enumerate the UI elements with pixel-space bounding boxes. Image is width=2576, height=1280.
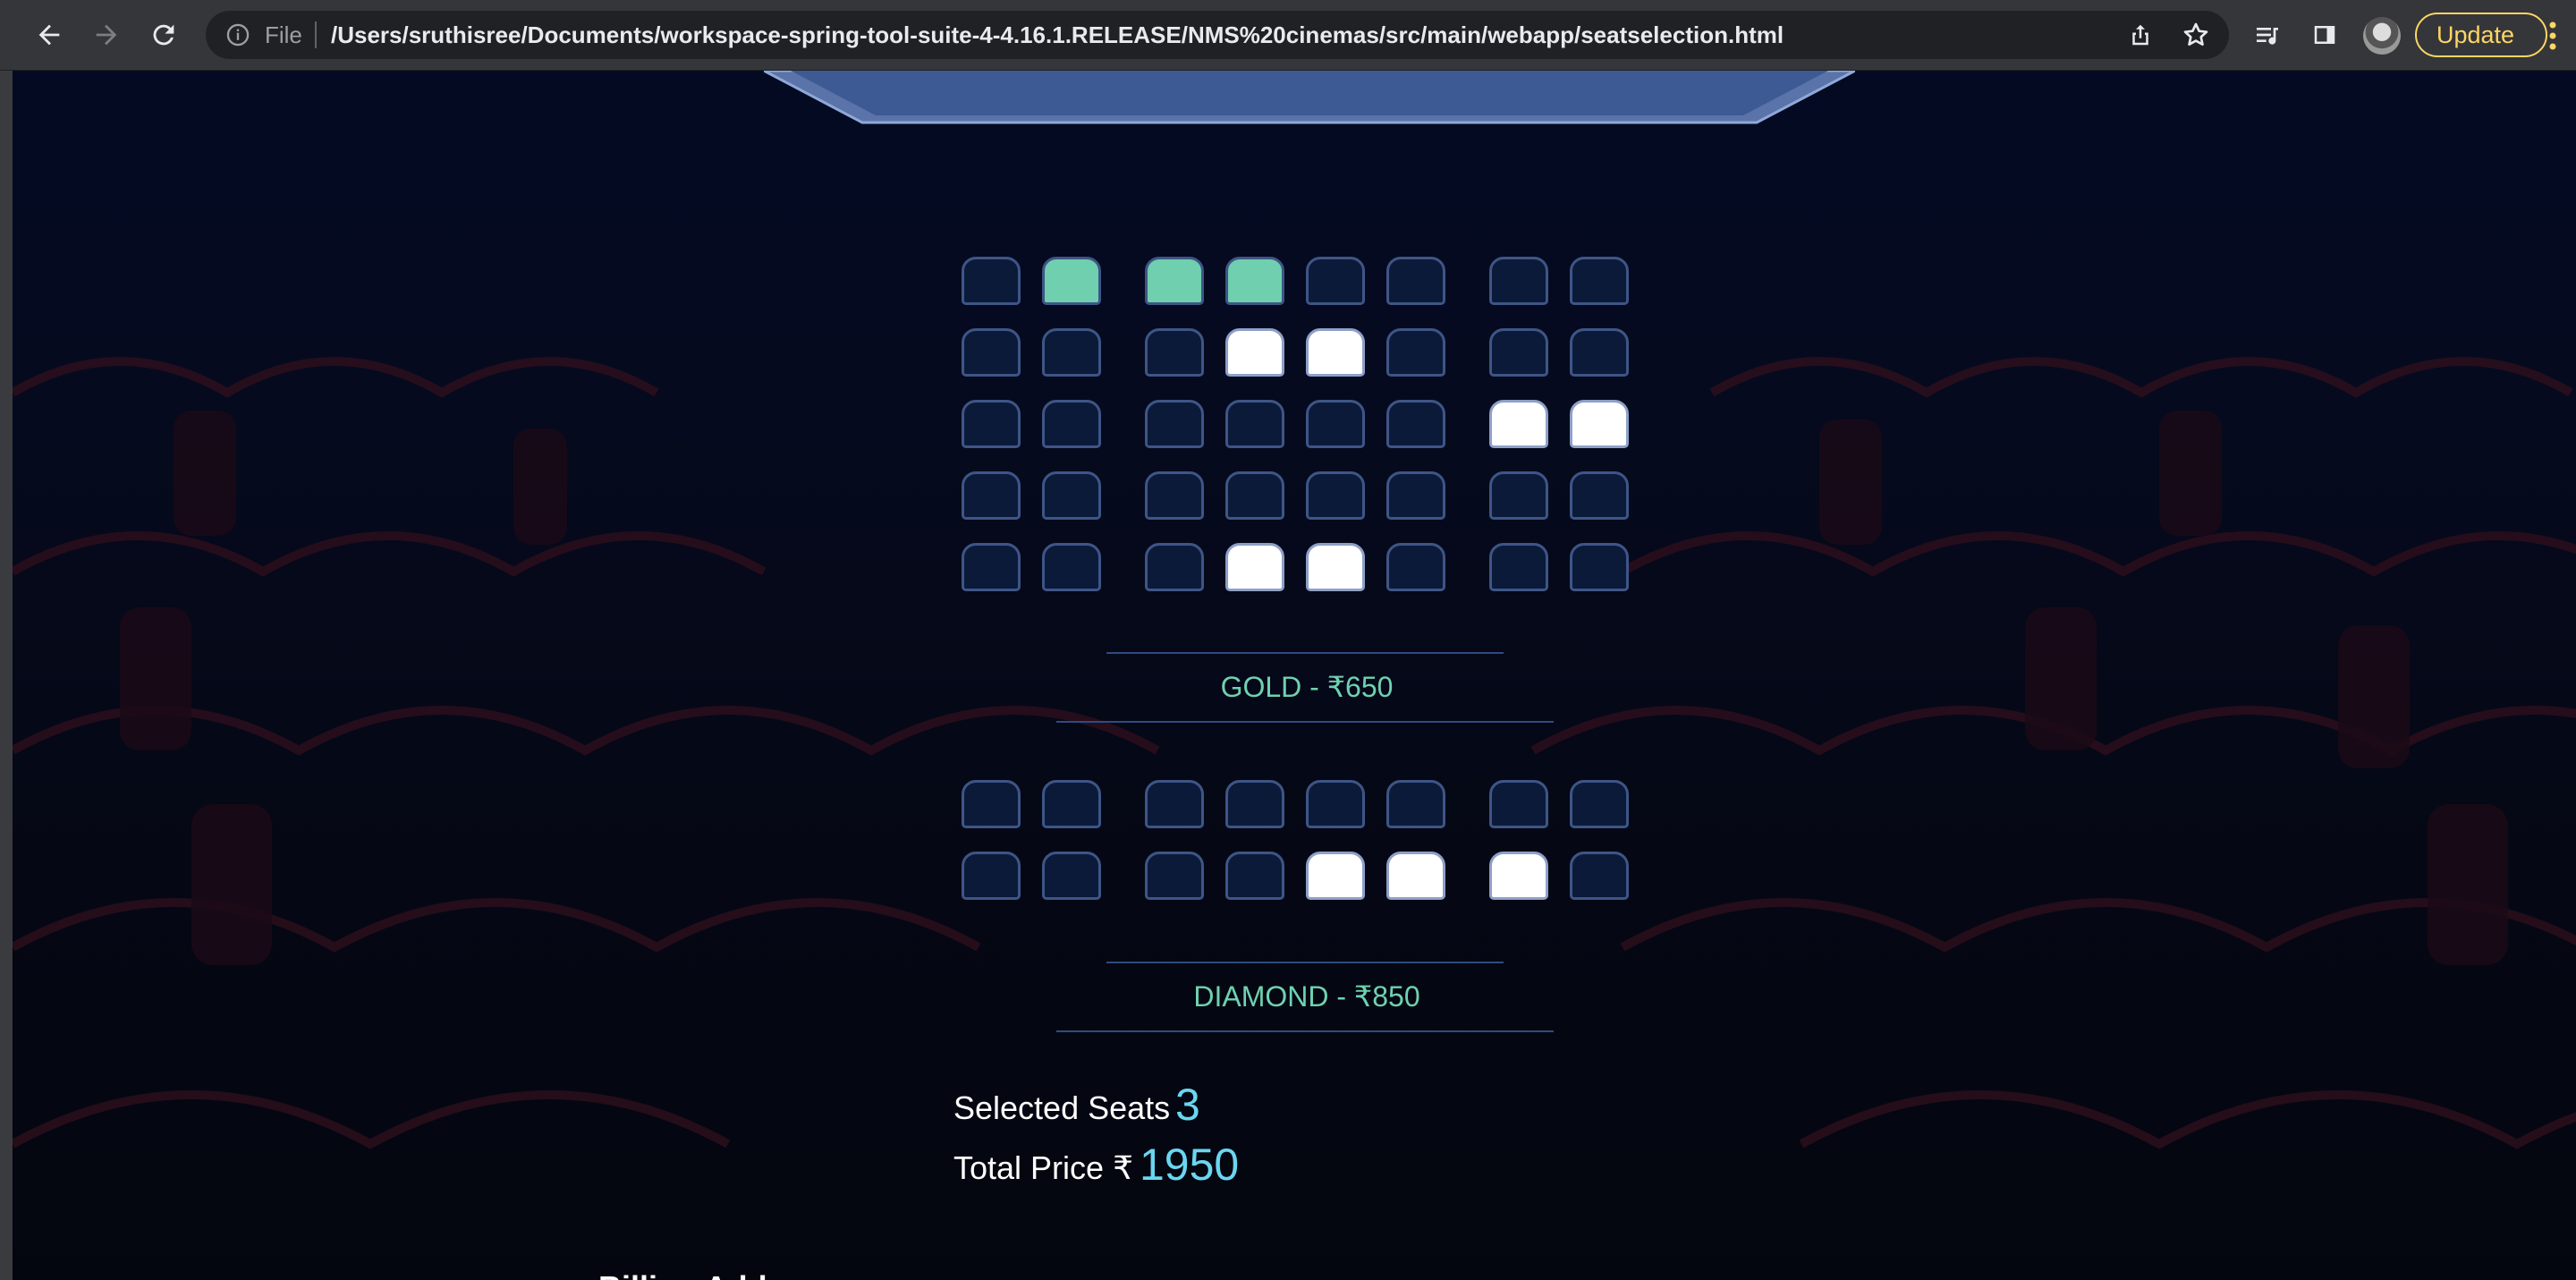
share-icon [2132, 24, 2148, 46]
diamond-seat-available[interactable] [962, 780, 1021, 828]
gold-tier-label: GOLD - ₹650 [1220, 671, 1394, 703]
gold-seat-occupied [1306, 328, 1365, 377]
gold-seat-available[interactable] [1042, 328, 1101, 377]
star-icon [2183, 22, 2208, 46]
info-icon[interactable] [225, 22, 250, 47]
gold-seat-available[interactable] [1489, 328, 1548, 377]
diamond-seat-available[interactable] [1145, 852, 1204, 900]
reading-list-button[interactable] [2247, 14, 2288, 55]
reload-icon [153, 24, 174, 46]
diamond-seat-available[interactable] [1306, 780, 1365, 828]
gold-seat-available[interactable] [1386, 471, 1445, 520]
gold-seat-available[interactable] [1570, 257, 1629, 305]
profile-avatar[interactable] [2363, 17, 2401, 55]
diamond-seat-occupied [1306, 852, 1365, 900]
address-separator [315, 21, 317, 48]
gold-seat-available[interactable] [1145, 400, 1204, 448]
forward-button[interactable] [86, 14, 127, 55]
diamond-seat-available[interactable] [1042, 780, 1101, 828]
gold-seat-occupied [1570, 400, 1629, 448]
address-bar[interactable]: File /Users/sruthisree/Documents/workspa… [206, 11, 2229, 59]
arrow-right-icon [96, 24, 117, 46]
gold-seat-available[interactable] [1489, 543, 1548, 591]
gold-seat-occupied [1489, 400, 1548, 448]
total-price-label: Total Price ₹ [953, 1149, 1133, 1186]
side-panel-icon [2314, 26, 2335, 44]
scheme-label: File [265, 21, 302, 48]
gold-seat-occupied [1306, 543, 1365, 591]
share-button[interactable] [2120, 14, 2161, 55]
gold-rule-top [1106, 652, 1504, 654]
media-list-icon [2257, 28, 2278, 45]
gold-seat-occupied [1225, 543, 1284, 591]
gold-seat-selected[interactable] [1225, 257, 1284, 305]
gold-seat-available[interactable] [1225, 400, 1284, 448]
gold-seat-available[interactable] [1042, 471, 1101, 520]
selected-seats-label: Selected Seats [953, 1089, 1171, 1126]
diamond-seat-available[interactable] [1225, 852, 1284, 900]
gold-seat-available[interactable] [1042, 400, 1101, 448]
url-text[interactable]: /Users/sruthisree/Documents/workspace-sp… [331, 21, 1784, 48]
gold-seat-available[interactable] [1570, 543, 1629, 591]
gold-seat-available[interactable] [1306, 471, 1365, 520]
side-panel-button[interactable] [2304, 14, 2345, 55]
gold-seat-selected[interactable] [1145, 257, 1204, 305]
gold-seat-available[interactable] [1386, 328, 1445, 377]
gold-seat-available[interactable] [962, 543, 1021, 591]
gold-seat-available[interactable] [1570, 328, 1629, 377]
gold-seat-available[interactable] [1145, 543, 1204, 591]
total-price-value: 1950 [1140, 1140, 1240, 1190]
diamond-rule-top [1106, 962, 1504, 963]
browser-toolbar: File /Users/sruthisree/Documents/workspa… [0, 0, 2576, 71]
diamond-seat-available[interactable] [1570, 780, 1629, 828]
selected-seats-count: 3 [1175, 1080, 1200, 1130]
diamond-seat-available[interactable] [1386, 780, 1445, 828]
diamond-seat-available[interactable] [1042, 852, 1101, 900]
diamond-seat-available[interactable] [1489, 780, 1548, 828]
gold-seat-available[interactable] [1306, 257, 1365, 305]
gold-seat-available[interactable] [1145, 471, 1204, 520]
diamond-seat-available[interactable] [1570, 852, 1629, 900]
gold-seat-available[interactable] [1145, 328, 1204, 377]
gold-seat-available[interactable] [1386, 400, 1445, 448]
gold-seat-available[interactable] [1386, 543, 1445, 591]
gold-seat-available[interactable] [962, 328, 1021, 377]
window-edge [0, 71, 13, 1280]
gold-seat-available[interactable] [1489, 471, 1548, 520]
seat-selection-page: GOLD - ₹650 DIAMOND - ₹850 Selected Seat… [13, 71, 2576, 1280]
cinema-screen [764, 71, 1855, 124]
gold-seat-occupied [1225, 328, 1284, 377]
diamond-seat-occupied [1386, 852, 1445, 900]
diamond-rule-bottom [1056, 1030, 1554, 1032]
more-vertical-icon[interactable] [2547, 18, 2558, 54]
arrow-left-icon [38, 24, 60, 46]
billing-heading: Billing Address [598, 1269, 834, 1280]
reload-button[interactable] [143, 14, 184, 55]
gold-seat-selected[interactable] [1042, 257, 1101, 305]
diamond-seat-available[interactable] [1225, 780, 1284, 828]
diamond-seat-available[interactable] [1145, 780, 1204, 828]
diamond-seat-available[interactable] [962, 852, 1021, 900]
gold-seat-available[interactable] [962, 471, 1021, 520]
gold-seat-available[interactable] [1042, 543, 1101, 591]
bookmark-button[interactable] [2175, 14, 2216, 55]
diamond-tier-label: DIAMOND - ₹850 [1193, 980, 1420, 1013]
gold-seat-available[interactable] [1570, 471, 1629, 520]
back-button[interactable] [29, 14, 70, 55]
diamond-seat-grid [962, 780, 1641, 923]
gold-seat-available[interactable] [962, 257, 1021, 305]
gold-seat-available[interactable] [1489, 257, 1548, 305]
gold-seat-available[interactable] [1306, 400, 1365, 448]
gold-seat-available[interactable] [1386, 257, 1445, 305]
gold-seat-grid [962, 257, 1641, 606]
gold-seat-available[interactable] [1225, 471, 1284, 520]
gold-seat-available[interactable] [962, 400, 1021, 448]
update-button[interactable]: Update [2415, 13, 2547, 57]
gold-rule-bottom [1056, 721, 1554, 723]
diamond-seat-occupied [1489, 852, 1548, 900]
